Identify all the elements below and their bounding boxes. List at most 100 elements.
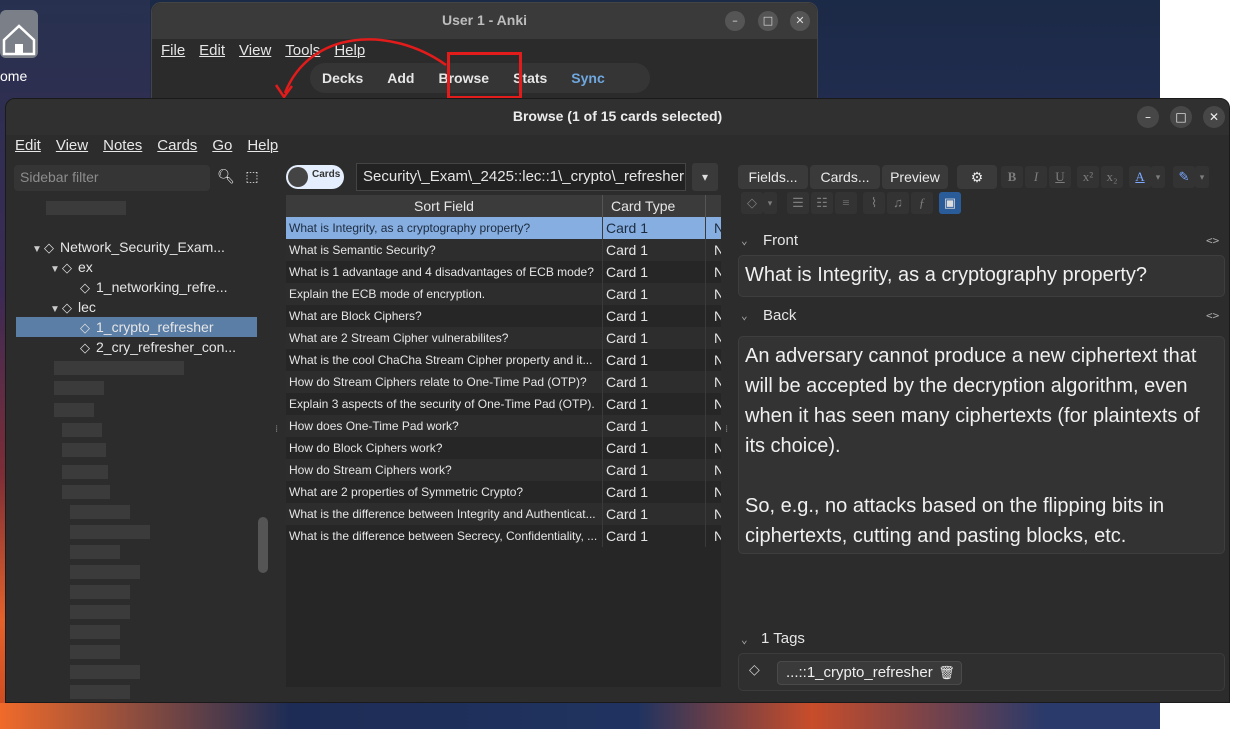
sidebar-filter-input[interactable]: Sidebar filter — [14, 165, 210, 191]
subscript-icon[interactable]: x₂ — [1101, 166, 1123, 188]
table-row[interactable]: What is the cool ChaCha Stream Cipher pr… — [286, 349, 721, 371]
cell-extra: N — [714, 371, 721, 393]
back-field-editor[interactable]: An adversary cannot produce a new cipher… — [738, 336, 1225, 554]
tags-label: 1 Tags — [761, 630, 805, 647]
menu-view[interactable]: View — [56, 137, 88, 154]
chevron-down-icon[interactable]: ⌄ — [741, 309, 748, 322]
superscript-icon[interactable]: x² — [1077, 166, 1099, 188]
menu-cards[interactable]: Cards — [157, 137, 197, 154]
select-mode-icon[interactable]: ⬚ — [240, 165, 264, 189]
tag-chip[interactable]: ...::1_crypto_refresher 🗑︎ — [777, 661, 962, 685]
bold-icon[interactable]: B — [1001, 166, 1023, 188]
microphone-icon[interactable]: ♫ — [887, 192, 909, 214]
column-header-sort-field[interactable]: Sort Field — [286, 195, 603, 217]
cards-notes-toggle[interactable]: Cards — [286, 165, 344, 189]
table-row[interactable]: What are Block Ciphers? Card 1 N — [286, 305, 721, 327]
trash-icon[interactable]: 🗑︎ — [938, 662, 955, 684]
fields-button[interactable]: Fields... — [738, 165, 808, 189]
cards-button[interactable]: Cards... — [810, 165, 880, 189]
cell-sort-field: How do Stream Ciphers relate to One-Time… — [289, 375, 587, 389]
table-row[interactable]: What is Semantic Security? Card 1 N — [286, 239, 721, 261]
tag-editor[interactable]: ◇ ...::1_crypto_refresher 🗑︎ — [738, 653, 1225, 691]
column-separator — [602, 437, 603, 459]
home-folder-icon[interactable] — [0, 10, 38, 58]
maximize-icon[interactable]: □ — [758, 11, 778, 31]
chevron-down-icon[interactable]: ▼ — [32, 240, 44, 260]
cell-sort-field: How do Stream Ciphers work? — [289, 463, 452, 477]
minimize-icon[interactable]: – — [1137, 106, 1159, 128]
table-row[interactable]: What is Integrity, as a cryptography pro… — [286, 217, 721, 239]
tag-icon: ◇ — [44, 240, 54, 255]
table-row[interactable]: What are 2 Stream Cipher vulnerabilites?… — [286, 327, 721, 349]
front-field-editor[interactable]: What is Integrity, as a cryptography pro… — [738, 255, 1225, 297]
search-icon[interactable]: 🔍︎ — [214, 165, 238, 189]
html-editor-icon[interactable]: <> — [1206, 234, 1219, 247]
blurred-tree-item — [70, 505, 130, 519]
cell-extra: N — [714, 415, 721, 437]
sidebar-item-lec[interactable]: ▼ ◇ lec — [50, 297, 96, 317]
cell-sort-field: What are Block Ciphers? — [289, 309, 422, 323]
blurred-tree-item — [70, 685, 130, 699]
blurred-tree-item — [70, 665, 140, 679]
chevron-down-icon[interactable]: ▾ — [1151, 166, 1165, 188]
column-separator — [705, 415, 706, 437]
menu-help[interactable]: Help — [247, 137, 278, 154]
column-separator — [705, 481, 706, 503]
sidebar-scrollbar[interactable] — [258, 517, 268, 573]
sidebar-item-networking-refresher[interactable]: ◇ 1_networking_refre... — [80, 277, 228, 297]
main-menu-view[interactable]: View — [239, 42, 271, 59]
table-row[interactable]: How do Block Ciphers work? Card 1 N — [286, 437, 721, 459]
close-icon[interactable]: ✕ — [1203, 106, 1225, 128]
sidebar-item-crypto-refresher[interactable]: ◇ 1_crypto_refresher — [16, 317, 257, 337]
table-row[interactable]: What is the difference between Secrecy, … — [286, 525, 721, 547]
chevron-down-icon[interactable]: ▾ — [1195, 166, 1209, 188]
maximize-icon[interactable]: □ — [1170, 106, 1192, 128]
column-header-card-type[interactable]: Card Type — [603, 195, 706, 217]
sidebar-splitter-handle[interactable]: ⁞ — [275, 424, 281, 435]
table-row[interactable]: How does One-Time Pad work? Card 1 N — [286, 415, 721, 437]
bullet-list-icon[interactable]: ☰ — [787, 192, 809, 214]
sidebar-item-ex[interactable]: ▼ ◇ ex — [50, 257, 93, 277]
formula-icon[interactable]: ƒ — [911, 192, 933, 214]
menu-edit[interactable]: Edit — [15, 137, 41, 154]
text-color-icon[interactable]: A — [1129, 166, 1151, 188]
chevron-down-icon[interactable]: ▾ — [692, 163, 718, 191]
table-row[interactable]: Explain the ECB mode of encryption. Card … — [286, 283, 721, 305]
html-editor-icon[interactable]: <> — [1206, 309, 1219, 322]
table-row[interactable]: Explain 3 aspects of the security of One… — [286, 393, 721, 415]
column-separator — [602, 481, 603, 503]
numbered-list-icon[interactable]: ☷ — [811, 192, 833, 214]
close-icon[interactable]: ✕ — [790, 11, 810, 31]
preview-button[interactable]: Preview — [882, 165, 948, 189]
cell-extra: N — [714, 239, 721, 261]
chevron-down-icon[interactable]: ▾ — [763, 192, 777, 214]
menu-go[interactable]: Go — [212, 137, 232, 154]
attachment-icon[interactable]: ⌇ — [863, 192, 885, 214]
table-row[interactable]: What is 1 advantage and 4 disadvantages … — [286, 261, 721, 283]
image-occlusion-icon[interactable]: ▣ — [939, 192, 961, 214]
column-separator — [602, 327, 603, 349]
sidebar-item-label: 2_cry_refresher_con... — [96, 339, 237, 355]
chevron-down-icon[interactable]: ⌄ — [741, 234, 748, 247]
table-row[interactable]: What are 2 properties of Symmetric Crypt… — [286, 481, 721, 503]
align-icon[interactable]: ≡ — [835, 192, 857, 214]
underline-icon[interactable]: U — [1049, 166, 1071, 188]
italic-icon[interactable]: I — [1025, 166, 1047, 188]
column-separator — [705, 525, 706, 547]
menu-notes[interactable]: Notes — [103, 137, 142, 154]
chevron-down-icon[interactable]: ▼ — [50, 260, 62, 280]
highlight-icon[interactable]: ✎ — [1173, 166, 1195, 188]
table-row[interactable]: What is the difference between Integrity… — [286, 503, 721, 525]
gear-icon[interactable]: ⚙ — [957, 165, 997, 189]
sidebar-item-network-security[interactable]: ▼ ◇ Network_Security_Exam... — [32, 237, 225, 257]
eraser-icon[interactable]: ◇ — [741, 192, 763, 214]
main-menu-edit[interactable]: Edit — [199, 42, 225, 59]
minimize-icon[interactable]: – — [725, 11, 745, 31]
table-row[interactable]: How do Stream Ciphers relate to One-Time… — [286, 371, 721, 393]
sidebar-item-cry-refresher-con[interactable]: ◇ 2_cry_refresher_con... — [80, 337, 236, 357]
table-row[interactable]: How do Stream Ciphers work? Card 1 N — [286, 459, 721, 481]
browse-search-input[interactable]: Security\_Exam\_2425::lec::1\_crypto\_re… — [356, 163, 686, 191]
main-menu-file[interactable]: File — [161, 42, 185, 59]
chevron-down-icon[interactable]: ⌄ — [741, 633, 748, 646]
sync-button[interactable]: Sync — [559, 70, 616, 86]
